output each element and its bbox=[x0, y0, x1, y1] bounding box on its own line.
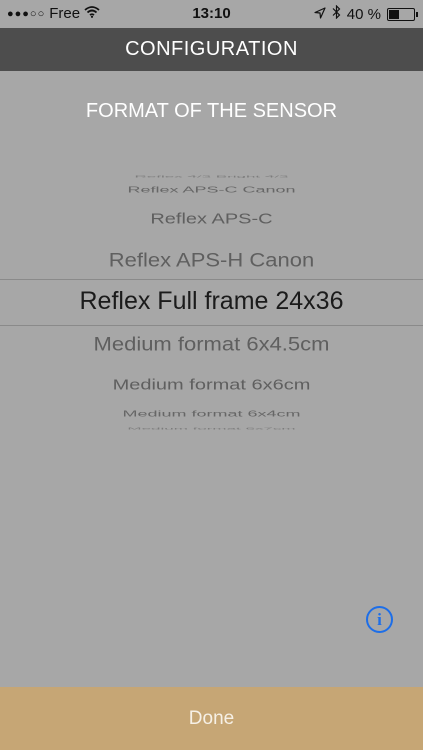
picker-option[interactable]: Medium format 6x6cm bbox=[0, 378, 423, 392]
picker-selected-option[interactable]: Reflex Full frame 24x36 bbox=[0, 289, 423, 314]
sensor-format-picker[interactable]: Reflex 4/3 Bright 4/3 Reflex APS-C Canon R… bbox=[0, 175, 423, 430]
picker-option[interactable]: Medium format 6x7cm bbox=[0, 427, 423, 430]
section-title: FORMAT OF THE SENSOR bbox=[85, 100, 338, 122]
done-button-label: Done bbox=[188, 707, 235, 729]
location-arrow-icon bbox=[314, 6, 326, 23]
picker-option[interactable]: Reflex 4/3 Bright 4/3 bbox=[0, 175, 423, 178]
battery-tip bbox=[416, 11, 418, 17]
picker-option[interactable]: Reflex APS-C Canon bbox=[0, 186, 423, 194]
status-bar: ●●●○○ Free 13:10 40 % bbox=[0, 0, 423, 28]
navbar: CONFIGURATION bbox=[0, 28, 423, 71]
battery-level-fill bbox=[389, 9, 399, 19]
status-right: 40 % bbox=[314, 4, 418, 23]
picker-option[interactable]: Reflex APS-C bbox=[0, 212, 423, 226]
picker-option[interactable]: Reflex APS-H Canon bbox=[0, 250, 423, 270]
info-icon: i bbox=[377, 609, 382, 629]
navbar-title: CONFIGURATION bbox=[125, 38, 298, 60]
battery-percent: 40 % bbox=[346, 5, 381, 23]
picker-selection-bottom-divider bbox=[0, 325, 423, 326]
info-button[interactable]: i bbox=[366, 606, 393, 633]
picker-option[interactable]: Medium format 6x4cm bbox=[0, 410, 423, 418]
battery-icon bbox=[387, 7, 418, 21]
picker-option[interactable]: Medium format 6x4.5cm bbox=[0, 334, 423, 354]
picker-selection-top-divider bbox=[0, 279, 423, 280]
done-button[interactable]: Done bbox=[0, 687, 423, 750]
bluetooth-icon bbox=[332, 4, 341, 23]
